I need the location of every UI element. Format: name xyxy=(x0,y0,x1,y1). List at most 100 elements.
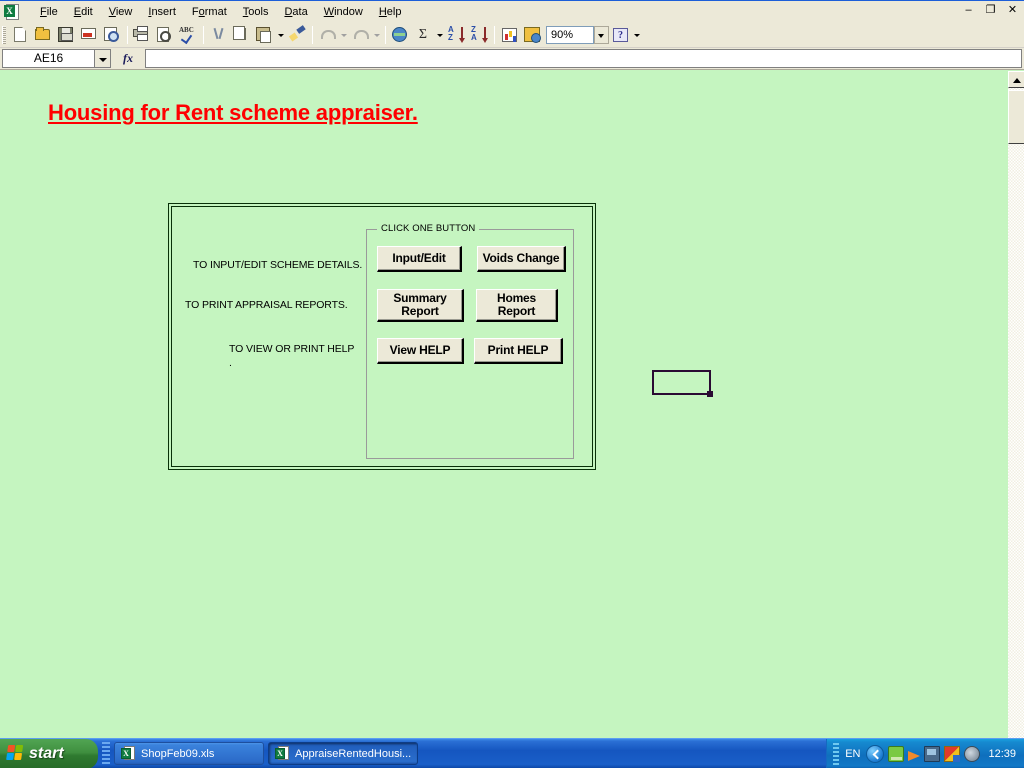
toolbar-separator xyxy=(203,25,204,44)
security-shield-icon[interactable] xyxy=(944,746,961,762)
voids-change-button[interactable]: Voids Change xyxy=(477,246,566,272)
menu-data[interactable]: Data xyxy=(276,4,315,20)
print-icon[interactable] xyxy=(131,24,154,46)
scrollbar-track[interactable] xyxy=(1008,71,1024,738)
help-question-icon[interactable]: ? xyxy=(609,24,632,46)
toolbar-overflow-arrow-icon[interactable] xyxy=(632,24,642,46)
undo-arrow-icon[interactable] xyxy=(316,24,339,46)
autosum-dropdown-arrow-icon[interactable] xyxy=(435,24,445,46)
scroll-up-arrow-icon[interactable] xyxy=(1008,71,1024,88)
email-icon[interactable] xyxy=(78,24,101,46)
excel-file-icon: X xyxy=(275,746,290,761)
menu-window[interactable]: Window xyxy=(316,4,371,20)
toolbar-separator xyxy=(127,25,128,44)
label-print-reports: TO PRINT APPRAISAL REPORTS. xyxy=(185,299,348,311)
language-indicator[interactable]: EN xyxy=(843,748,862,760)
insert-function-icon[interactable]: fx xyxy=(111,49,145,68)
toolbar-separator xyxy=(385,25,386,44)
label-period: . xyxy=(229,357,232,369)
spelling-icon[interactable] xyxy=(177,24,200,46)
sort-ascending-icon[interactable]: A Z xyxy=(445,24,468,46)
vertical-scrollbar[interactable] xyxy=(1007,71,1024,738)
name-box[interactable]: AE16 xyxy=(2,49,94,68)
toolbar-separator xyxy=(312,25,313,44)
sigma-glyph: Σ xyxy=(418,26,428,42)
autosum-sigma-icon[interactable]: Σ xyxy=(412,24,435,46)
redo-dropdown-arrow-icon[interactable] xyxy=(372,24,382,46)
taskbar-item-label: AppraiseRentedHousi... xyxy=(295,747,412,760)
network-icon[interactable] xyxy=(888,746,905,762)
window-controls: – ❐ ✕ xyxy=(961,3,1020,18)
menu-help[interactable]: Help xyxy=(371,4,410,20)
menu-file[interactable]: File xyxy=(32,4,66,20)
zoom-input[interactable]: 90% xyxy=(546,25,594,44)
view-help-button[interactable]: View HELP xyxy=(377,338,464,364)
paste-dropdown-arrow-icon[interactable] xyxy=(276,24,286,46)
main-panel-inner: TO INPUT/EDIT SCHEME DETAILS. TO PRINT A… xyxy=(171,206,593,467)
name-box-dropdown-arrow-icon[interactable] xyxy=(94,49,111,68)
tray-grip[interactable] xyxy=(833,743,840,765)
clock[interactable]: 12:39 xyxy=(984,748,1018,760)
menu-format[interactable]: Format xyxy=(184,4,235,20)
menu-view[interactable]: View xyxy=(101,4,141,20)
scrollbar-thumb[interactable] xyxy=(1008,90,1024,144)
fill-handle[interactable] xyxy=(707,391,713,397)
monitor-icon[interactable] xyxy=(924,746,941,762)
menu-items: File Edit View Insert Format Tools Data … xyxy=(32,4,409,20)
group-title: CLICK ONE BUTTON xyxy=(377,223,480,234)
start-label: start xyxy=(29,744,64,762)
taskbar-item-appraiserentedhousing[interactable]: X AppraiseRentedHousi... xyxy=(268,742,419,765)
homes-report-button[interactable]: Homes Report xyxy=(476,289,558,322)
speaker-icon[interactable] xyxy=(964,746,981,762)
sort-descending-icon[interactable]: Z A xyxy=(468,24,491,46)
restore-button[interactable]: ❐ xyxy=(983,3,998,18)
summary-report-button[interactable]: Summary Report xyxy=(377,289,464,322)
excel-application-window: X File Edit View Insert Format Tools Dat… xyxy=(0,0,1024,768)
menu-edit[interactable]: Edit xyxy=(66,4,101,20)
cut-scissors-icon[interactable] xyxy=(207,24,230,46)
copy-icon[interactable] xyxy=(230,24,253,46)
click-one-button-group: CLICK ONE BUTTON Input/Edit Voids Change… xyxy=(366,223,574,459)
taskbar-grip[interactable] xyxy=(102,741,110,766)
taskbar: start X ShopFeb09.xls X AppraiseRentedHo… xyxy=(0,738,1024,768)
menu-bar: X File Edit View Insert Format Tools Dat… xyxy=(0,0,1024,22)
undo-dropdown-arrow-icon[interactable] xyxy=(339,24,349,46)
system-tray: EN 12:39 xyxy=(826,739,1024,768)
print-preview-icon[interactable] xyxy=(154,24,177,46)
menu-insert[interactable]: Insert xyxy=(140,4,184,20)
formula-input[interactable] xyxy=(145,49,1022,68)
close-button[interactable]: ✕ xyxy=(1005,3,1020,18)
worksheet-area[interactable]: Housing for Rent scheme appraiser. TO IN… xyxy=(0,71,1007,738)
format-painter-icon[interactable] xyxy=(286,24,309,46)
selected-cell-indicator[interactable] xyxy=(652,370,713,397)
save-disk-icon[interactable] xyxy=(55,24,78,46)
main-panel: TO INPUT/EDIT SCHEME DETAILS. TO PRINT A… xyxy=(168,203,596,470)
instruction-labels: TO INPUT/EDIT SCHEME DETAILS. TO PRINT A… xyxy=(172,207,362,466)
menu-tools[interactable]: Tools xyxy=(235,4,277,20)
toolbar-separator xyxy=(494,25,495,44)
drawing-icon[interactable] xyxy=(521,24,544,46)
windows-flag-icon xyxy=(6,745,25,762)
formula-bar: AE16 fx xyxy=(0,48,1024,70)
minimize-button[interactable]: – xyxy=(961,3,976,18)
print-help-button[interactable]: Print HELP xyxy=(474,338,563,364)
taskbar-item-shopfeb09[interactable]: X ShopFeb09.xls xyxy=(114,742,264,765)
volume-cone-icon[interactable] xyxy=(908,750,921,761)
search-icon[interactable] xyxy=(101,24,124,46)
chart-wizard-icon[interactable] xyxy=(498,24,521,46)
start-button[interactable]: start xyxy=(0,738,98,768)
label-input-edit: TO INPUT/EDIT SCHEME DETAILS. xyxy=(193,259,363,271)
hyperlink-globe-icon[interactable] xyxy=(389,24,412,46)
redo-arrow-icon[interactable] xyxy=(349,24,372,46)
open-folder-icon[interactable] xyxy=(32,24,55,46)
new-icon[interactable] xyxy=(9,24,32,46)
label-view-print-help: TO VIEW OR PRINT HELP xyxy=(229,343,355,355)
paste-clipboard-icon[interactable] xyxy=(253,24,276,46)
show-hidden-icons-chevron-icon[interactable] xyxy=(866,745,885,763)
input-edit-button[interactable]: Input/Edit xyxy=(377,246,462,272)
toolbar-grip[interactable] xyxy=(2,25,6,44)
page-title: Housing for Rent scheme appraiser. xyxy=(48,100,418,125)
excel-app-icon: X xyxy=(2,2,24,22)
zoom-dropdown-arrow-icon[interactable] xyxy=(594,25,609,44)
taskbar-item-label: ShopFeb09.xls xyxy=(141,747,215,760)
